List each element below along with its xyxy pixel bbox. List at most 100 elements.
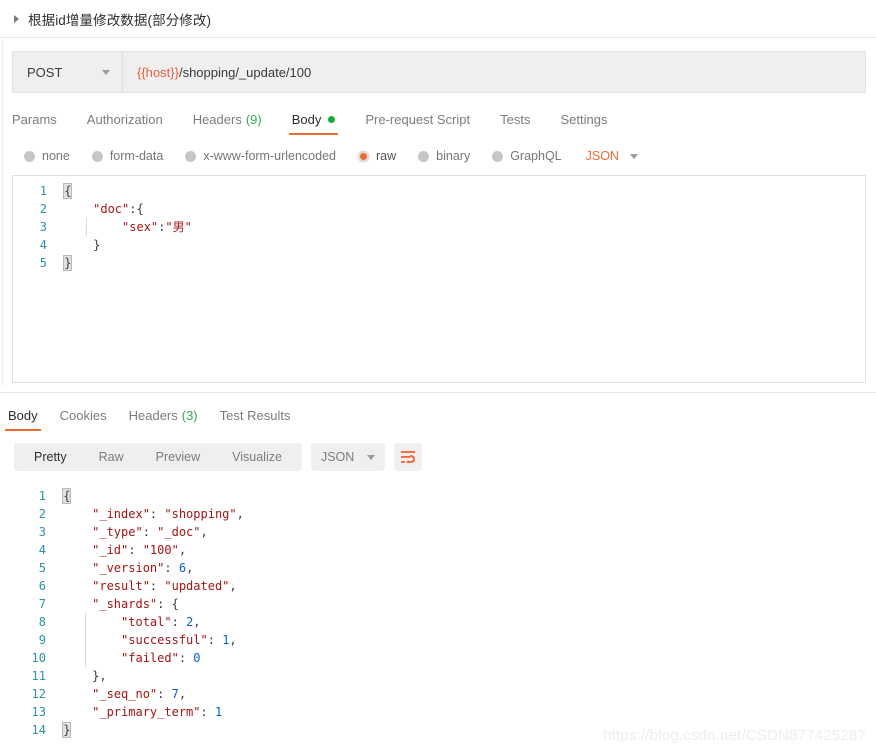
method-selector[interactable]: POST (13, 52, 123, 92)
response-body-viewer[interactable]: 1 2 3 4 5 6 7 8 9 10 11 12 13 14 { "_index": "shoppin… (12, 481, 876, 739)
line-number: 6 (38, 579, 46, 593)
body-type-x-www-form-urlencoded[interactable]: x-www-form-urlencoded (185, 149, 336, 163)
body-modified-dot-icon (328, 116, 336, 123)
response-tab-headers[interactable]: Headers (3) (129, 408, 198, 431)
url-input[interactable]: {{host}}/shopping/_update/100 (123, 52, 865, 92)
code-token: , (178, 687, 187, 701)
code-line: } (57, 236, 865, 254)
response-tab-cookies[interactable]: Cookies (60, 408, 107, 431)
body-format-selector[interactable]: JSON (586, 149, 638, 163)
body-type-raw[interactable]: raw (358, 149, 396, 163)
line-number: 2 (39, 202, 47, 216)
response-tab-body[interactable]: Body (5, 408, 41, 431)
body-type-label: raw (376, 149, 397, 163)
url-bar: POST {{host}}/shopping/_update/100 (12, 51, 866, 93)
response-gutter: 1 2 3 4 5 6 7 8 9 10 11 12 13 14 (12, 487, 55, 739)
code-token: : { (157, 597, 179, 611)
wrap-text-icon[interactable] (393, 443, 422, 471)
body-type-form-data[interactable]: form-data (91, 149, 163, 163)
code-token: : (171, 615, 187, 629)
code-token: { (63, 183, 73, 199)
code-line: "successful": 1, (56, 631, 876, 649)
method-label: POST (27, 64, 63, 80)
code-line: "_type": "_doc", (56, 523, 876, 541)
request-tab-pre-request-script[interactable]: Pre-request Script (365, 112, 470, 135)
wrap-text-glyph (400, 451, 415, 464)
triangle-right-icon[interactable] (14, 14, 19, 23)
body-type-label: x-www-form-urlencoded (203, 149, 336, 163)
tab-label: Cookies (59, 408, 107, 423)
request-body-editor[interactable]: 1 2 3 4 5 { "doc":{ "sex":"男" } } (12, 175, 866, 383)
tab-label: Test Results (219, 408, 291, 423)
tab-label: Body (291, 112, 322, 127)
request-tab-tests[interactable]: Tests (500, 112, 530, 135)
request-tab-authorization[interactable]: Authorization (87, 112, 163, 135)
line-number: 5 (39, 256, 47, 270)
response-format-label: JSON (320, 450, 355, 464)
code-token: , (186, 561, 194, 575)
code-line: "doc":{ (57, 200, 865, 218)
body-type-graphql[interactable]: GraphQL (492, 149, 562, 163)
code-token: "_type" (92, 525, 143, 539)
line-number: 9 (38, 633, 46, 647)
code-token: "updated" (164, 579, 230, 593)
response-code-area: 1 2 3 4 5 6 7 8 9 10 11 12 13 14 { "_index": "shoppin… (12, 481, 876, 739)
view-mode-raw[interactable]: Raw (83, 443, 140, 471)
view-mode-visualize[interactable]: Visualize (216, 443, 298, 471)
body-type-radio-group: none form-data x-www-form-urlencoded raw bin… (24, 146, 876, 166)
radio-icon (418, 150, 430, 162)
response-tab-test-results[interactable]: Test Results (220, 408, 291, 431)
view-mode-pretty[interactable]: Pretty (18, 443, 83, 471)
code-token: "_shards" (92, 597, 158, 611)
request-code-lines: { "doc":{ "sex":"男" } } (56, 182, 865, 272)
radio-icon (91, 150, 103, 162)
request-tab-headers[interactable]: Headers (9) (193, 112, 262, 135)
indent-guide (85, 613, 86, 667)
code-line: "_shards": { (56, 595, 876, 613)
radio-icon (360, 152, 367, 160)
code-line: "_index": "shopping", (56, 505, 876, 523)
line-number: 5 (38, 561, 46, 575)
code-line: } (57, 254, 865, 272)
code-token: 0 (193, 651, 201, 665)
code-token: , (236, 507, 244, 521)
code-line: { (57, 182, 865, 200)
view-mode-preview[interactable]: Preview (140, 443, 216, 471)
radio-icon (185, 150, 197, 162)
code-token: "男" (165, 220, 192, 234)
code-line: "sex":"男" (57, 218, 865, 236)
body-type-none[interactable]: none (24, 149, 70, 163)
body-type-label: none (42, 149, 70, 163)
code-token: } (62, 722, 72, 738)
code-token: "_doc" (157, 525, 201, 539)
request-title: 根据id增量修改数据(部分修改) (28, 12, 212, 28)
tab-count: (3) (181, 408, 198, 423)
radio-icon (492, 150, 504, 162)
request-tab-params[interactable]: Params (12, 112, 57, 135)
tab-label: Pre-request Script (365, 112, 471, 127)
code-token: "shopping" (164, 507, 237, 521)
line-number: 7 (38, 597, 46, 611)
request-tab-body[interactable]: Body (288, 112, 338, 135)
body-format-label: JSON (585, 149, 619, 163)
code-token: } (63, 255, 73, 271)
code-token: } (93, 238, 101, 252)
code-token: "_version" (92, 561, 165, 575)
tab-label: Headers (192, 112, 242, 127)
code-token: 1 (214, 705, 223, 719)
line-number: 1 (39, 184, 47, 198)
response-code-lines: { "_index": "shopping", "_type": "_doc",… (55, 487, 876, 739)
code-token: : (200, 705, 215, 719)
code-token: "failed" (121, 651, 179, 665)
request-tab-settings[interactable]: Settings (560, 112, 607, 135)
url-variable: {{host}} (137, 64, 179, 80)
chevron-down-icon (102, 69, 110, 75)
response-format-selector[interactable]: JSON (310, 443, 385, 471)
line-number: 2 (38, 507, 46, 521)
code-line: "_primary_term": 1 (56, 703, 876, 721)
tab-label: Headers (128, 408, 178, 423)
body-type-binary[interactable]: binary (418, 149, 470, 163)
url-path: /shopping/_update/100 (178, 64, 312, 80)
request-gutter: 1 2 3 4 5 (13, 182, 56, 272)
code-token: : (149, 507, 165, 521)
